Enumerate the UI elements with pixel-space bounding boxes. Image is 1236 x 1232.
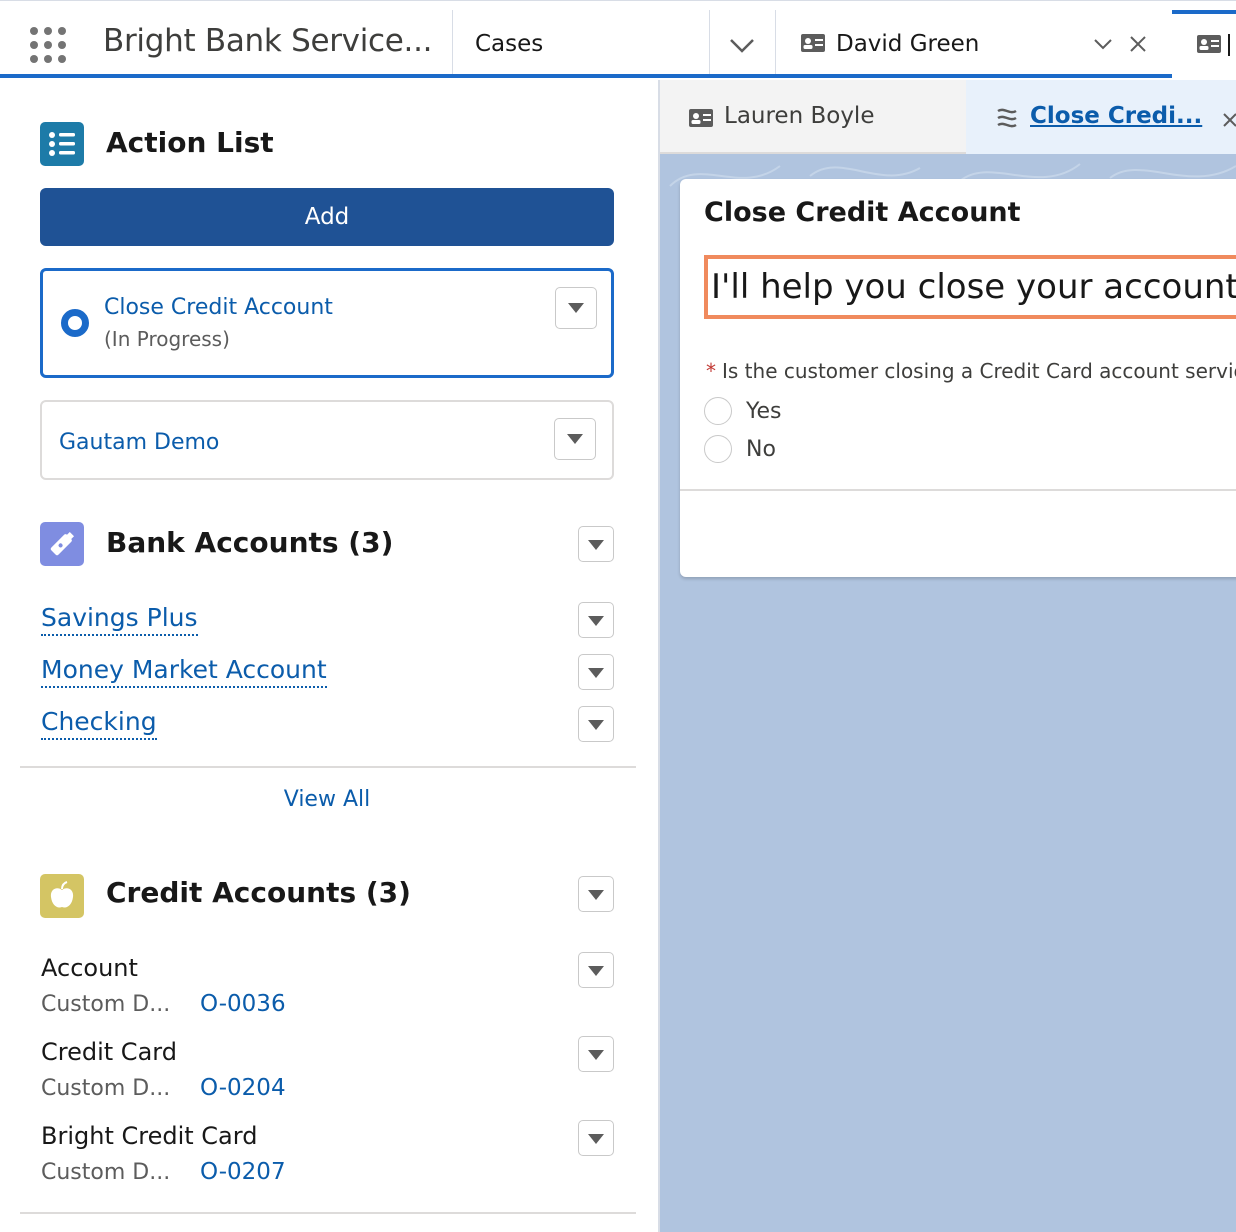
close-icon[interactable] — [1128, 34, 1148, 54]
flow-message-text: I'll help you close your account. I — [711, 267, 1236, 307]
flow-question: * Is the customer closing a Credit Card a… — [706, 359, 1236, 383]
record-menu-button[interactable] — [578, 654, 614, 690]
divider — [20, 766, 636, 768]
divider — [680, 489, 1236, 491]
action-item-close-credit-account[interactable]: Close Credit Account (In Progress) — [40, 268, 614, 378]
truncated-tab-label — [1228, 34, 1230, 56]
left-sidebar: Action List Add Close Credit Account (In… — [0, 80, 658, 1232]
bank-account-link[interactable]: Savings Plus — [41, 603, 198, 636]
bank-accounts-menu-button[interactable] — [578, 526, 614, 562]
record-menu-button[interactable] — [578, 706, 614, 742]
bank-account-link[interactable]: Money Market Account — [41, 655, 327, 688]
flow-title: Close Credit Account — [704, 197, 1021, 228]
bank-accounts-title: Bank Accounts (3) — [106, 526, 394, 559]
flow-message: I'll help you close your account. I — [704, 255, 1236, 319]
app-launcher-icon[interactable] — [28, 25, 68, 65]
credit-accounts-menu-button[interactable] — [578, 876, 614, 912]
record-title: Credit Card — [41, 1038, 177, 1066]
main-content-panel: Lauren Boyle Close Credi... Close Credit… — [660, 80, 1236, 1232]
action-item-menu-button[interactable] — [554, 418, 596, 460]
required-indicator: * — [706, 359, 716, 383]
bank-account-link[interactable]: Checking — [41, 707, 157, 740]
view-all-link[interactable]: View All — [0, 787, 654, 812]
radio-no-label[interactable]: No — [746, 437, 776, 462]
record-menu-button[interactable] — [578, 952, 614, 988]
subtab-close-credit[interactable]: Close Credi... — [966, 80, 1236, 154]
record-menu-button[interactable] — [578, 1120, 614, 1156]
contact-card-icon — [801, 34, 825, 52]
divider — [452, 10, 453, 74]
action-item-status: (In Progress) — [104, 327, 230, 351]
add-button[interactable]: Add — [40, 188, 614, 246]
action-item-title[interactable]: Gautam Demo — [59, 430, 219, 455]
record-menu-button[interactable] — [578, 602, 614, 638]
active-tab-indicator — [0, 74, 1172, 78]
action-item-gautam-demo[interactable]: Gautam Demo — [40, 400, 614, 480]
flow-screen-card: Close Credit Account I'll help you close… — [680, 179, 1236, 577]
nav-item-cases[interactable]: Cases — [475, 31, 543, 57]
radio-no[interactable] — [704, 435, 732, 463]
field-value-link[interactable]: O-0036 — [200, 991, 286, 1017]
record-title: Bright Credit Card — [41, 1122, 258, 1150]
divider — [20, 1212, 636, 1214]
global-nav-bar: Bright Bank Service... Cases David Green — [0, 0, 1236, 81]
field-value-link[interactable]: O-0204 — [200, 1075, 286, 1101]
field-value-link[interactable]: O-0207 — [200, 1159, 286, 1185]
action-item-menu-button[interactable] — [555, 287, 597, 329]
divider — [775, 10, 776, 74]
contact-card-icon — [689, 109, 713, 127]
action-list-icon — [40, 122, 84, 166]
divider — [709, 10, 710, 74]
subtab-lauren-boyle[interactable]: Lauren Boyle — [724, 103, 874, 129]
flow-icon — [997, 108, 1017, 128]
chevron-down-icon[interactable] — [1092, 36, 1114, 52]
radio-yes-label[interactable]: Yes — [746, 399, 782, 424]
chevron-down-icon[interactable] — [728, 35, 756, 55]
workspace-tab-david-green[interactable]: David Green — [836, 31, 979, 57]
contact-card-icon — [1197, 35, 1221, 53]
field-label: Custom D... — [41, 1160, 171, 1185]
workspace-tab-active[interactable] — [1172, 10, 1236, 81]
record-menu-button[interactable] — [578, 1036, 614, 1072]
action-list-title: Action List — [106, 126, 274, 159]
field-label: Custom D... — [41, 1076, 171, 1101]
field-label: Custom D... — [41, 992, 171, 1017]
subtab-bar: Lauren Boyle Close Credi... — [660, 80, 1236, 154]
subtab-close-credit-label[interactable]: Close Credi... — [1030, 103, 1202, 129]
app-name: Bright Bank Service... — [103, 23, 433, 59]
flow-question-text: Is the customer closing a Credit Card ac… — [722, 359, 1236, 383]
close-icon[interactable] — [1222, 112, 1236, 128]
bank-account-icon — [40, 522, 84, 566]
action-item-title[interactable]: Close Credit Account — [104, 295, 333, 320]
credit-accounts-title: Credit Accounts (3) — [106, 876, 411, 909]
radio-yes[interactable] — [704, 397, 732, 425]
apple-icon — [40, 874, 84, 918]
record-title: Account — [41, 954, 138, 982]
in-progress-status-icon — [61, 309, 89, 337]
